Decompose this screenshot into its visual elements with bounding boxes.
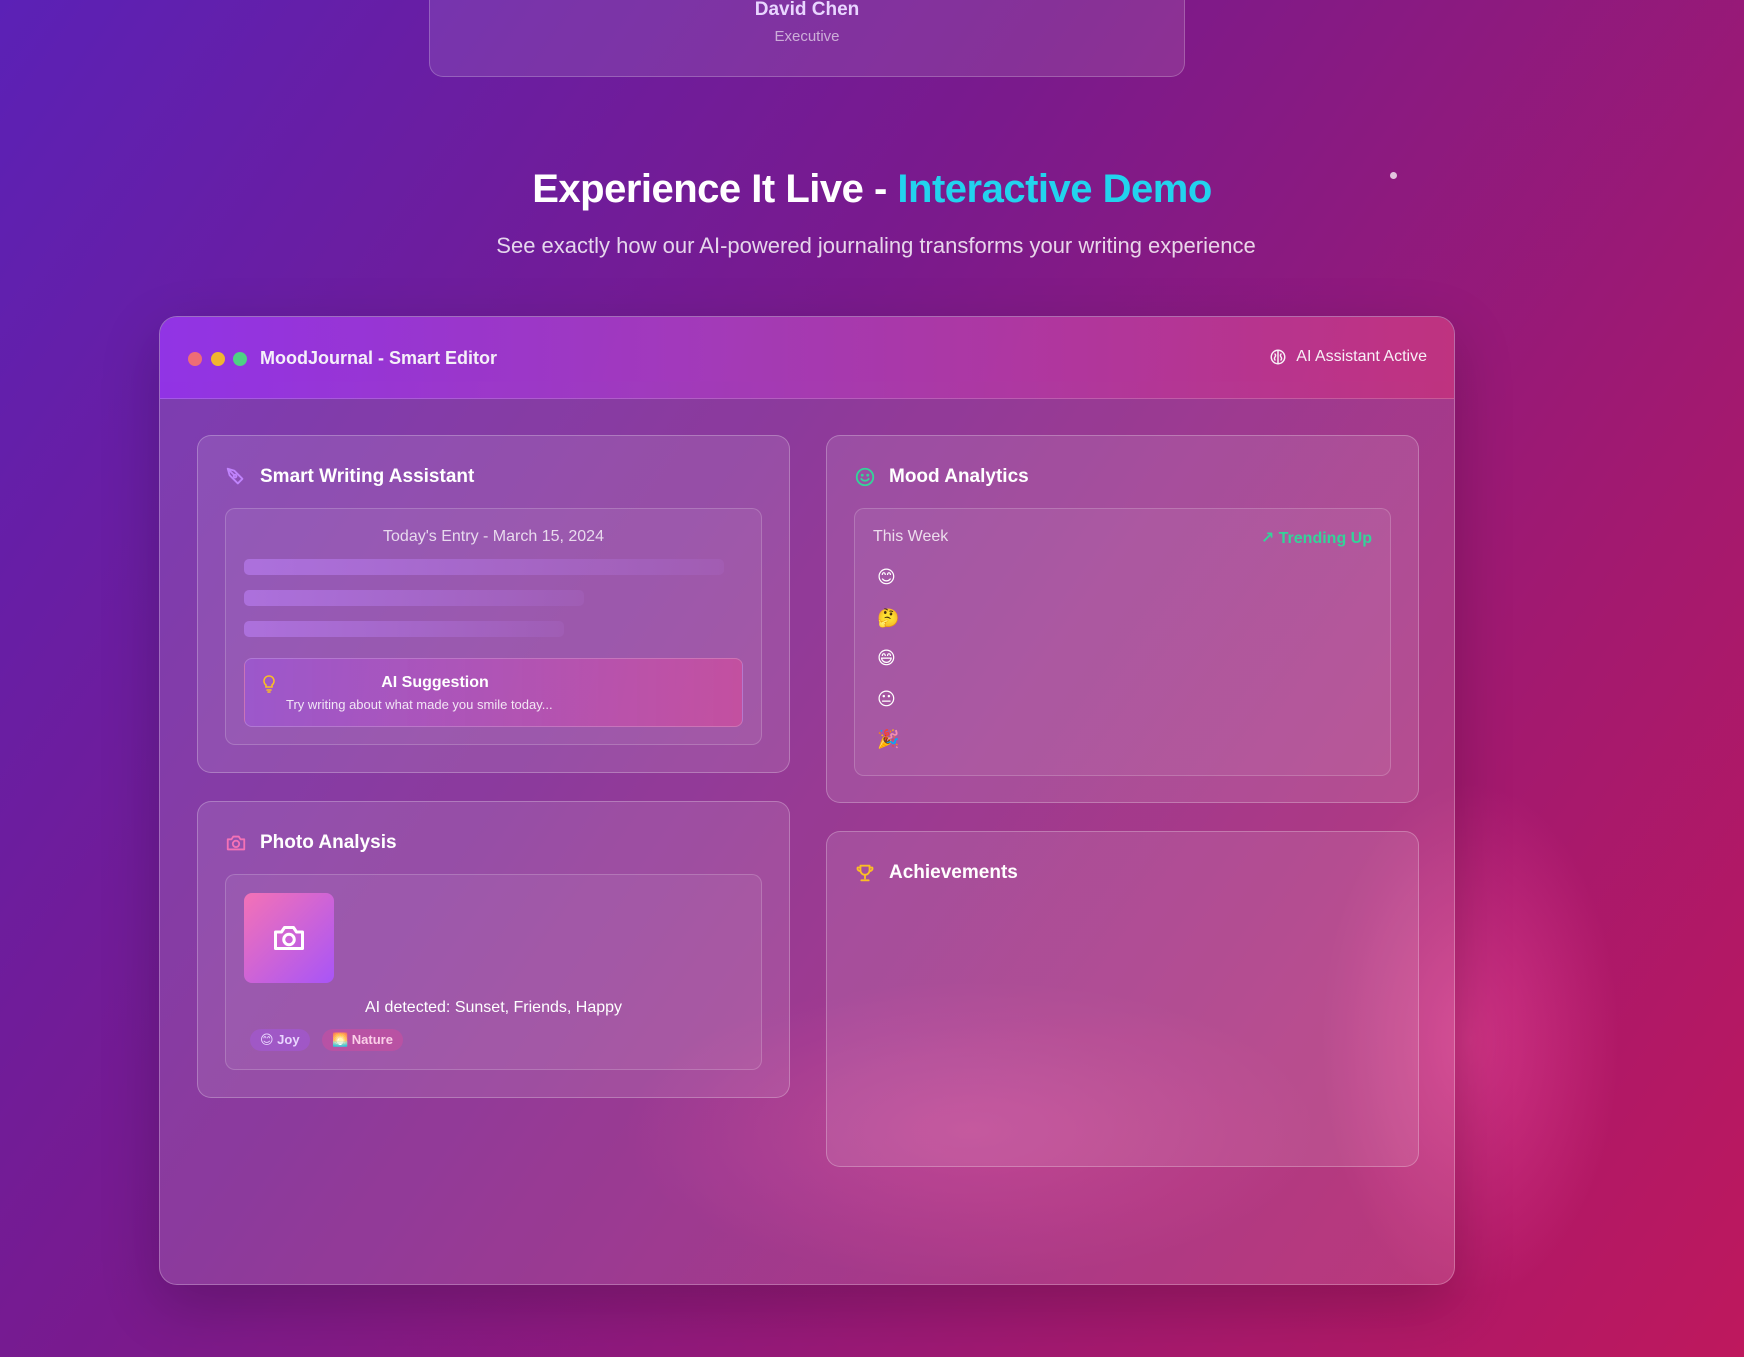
journal-entry-editor[interactable]: Today's Entry - March 15, 2024 AI Sugges… [225,508,762,745]
panel-title: Smart Writing Assistant [260,466,475,487]
emotion-tag[interactable]: 🌅 Nature [322,1029,403,1051]
testimonial-role: Executive [774,28,840,45]
mood-emoji[interactable]: 🤔 [877,607,899,629]
suggestion-title: AI Suggestion [381,674,489,691]
title-main: Experience It Live - [532,167,898,211]
trophy-icon [856,864,874,882]
title-accent: Interactive Demo [897,167,1212,211]
camera-icon [226,835,246,851]
testimonial-card: David Chen Executive [429,0,1185,77]
trend-indicator: ↗ Trending Up [1260,530,1372,547]
close-dot[interactable] [188,352,202,366]
window-title: MoodJournal - Smart Editor [260,348,498,368]
mood-emoji[interactable]: 😐 [877,688,896,710]
mood-chart: This Week ↗ Trending Up 😊 🤔 😄 😐 🎉 [854,508,1391,776]
photo-analysis-panel: Photo Analysis AI detected: Sunset, Frie… [197,801,790,1098]
detection-result: AI detected: Sunset, Friends, Happy [364,999,623,1016]
section-title: Experience It Live - Interactive Demo [0,167,1744,212]
photo-result: AI detected: Sunset, Friends, Happy 😊 Jo… [225,874,762,1070]
panel-title: Mood Analytics [889,466,1029,487]
panel-title: Photo Analysis [260,832,397,853]
ai-status-label: AI Assistant Active [1296,348,1427,365]
achievements-panel: Achievements [826,831,1419,1167]
editor-window: MoodJournal - Smart Editor AI Assistant … [159,316,1455,1285]
mood-emoji[interactable]: 😊 [877,566,896,588]
emotion-tag[interactable]: 😊 Joy [250,1029,310,1051]
section-subtitle: See exactly how our AI-powered journalin… [496,233,1256,258]
panel-title: Achievements [889,862,1018,883]
period-label: This Week [873,528,949,545]
text-line-placeholder [244,621,564,637]
text-line-placeholder [244,559,724,575]
pen-icon [226,467,244,485]
camera-icon [274,926,304,950]
entry-date: Today's Entry - March 15, 2024 [383,528,604,545]
text-line-placeholder [244,590,584,606]
mood-analytics-panel: Mood Analytics This Week ↗ Trending Up 😊… [826,435,1419,803]
mood-emoji[interactable]: 🎉 [877,728,899,750]
smile-icon [855,467,875,487]
mood-emoji[interactable]: 😄 [877,647,896,669]
ai-suggestion-card[interactable]: AI Suggestion Try writing about what mad… [244,658,743,727]
minimize-dot[interactable] [211,352,225,366]
writing-assistant-panel: Smart Writing Assistant Today's Entry - … [197,435,790,773]
testimonial-name: David Chen [754,0,860,20]
window-titlebar: MoodJournal - Smart Editor AI Assistant … [160,317,1454,399]
photo-upload-button[interactable] [244,893,334,983]
brain-icon [1270,349,1286,365]
suggestion-text: Try writing about what made you smile to… [286,697,553,712]
maximize-dot[interactable] [233,352,247,366]
ai-status-indicator: AI Assistant Active [1269,348,1427,366]
